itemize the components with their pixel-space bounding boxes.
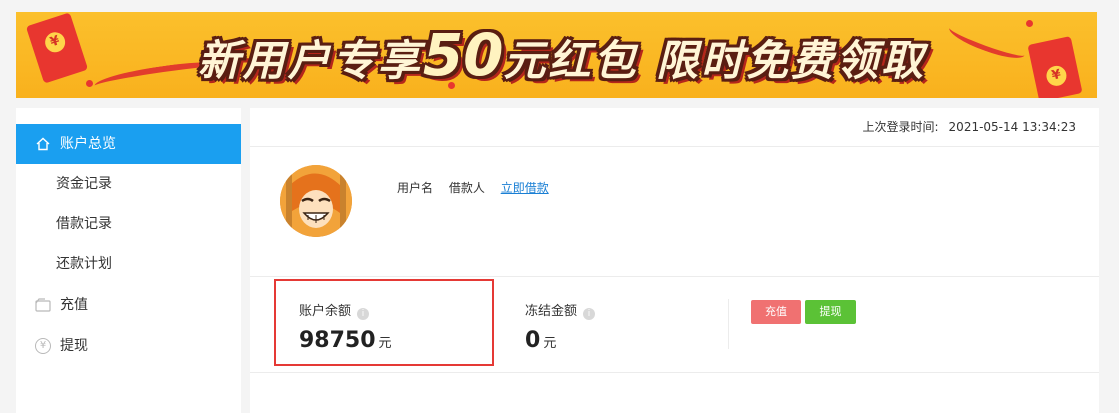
promo-banner[interactable]: ¥ ¥ 新用户专享50元红包 限时免费领取: [16, 12, 1097, 98]
sidebar-item-withdraw[interactable]: ¥ 提现: [16, 326, 241, 366]
sidebar-item-fund-records[interactable]: 资金记录: [16, 164, 241, 204]
banner-title-amount: 50: [422, 21, 504, 89]
last-login: 上次登录时间: 2021-05-14 13:34:23: [863, 118, 1077, 135]
wallet-icon: [34, 285, 52, 325]
sidebar-item-label: 资金记录: [56, 176, 112, 192]
banner-title: 新用户专享50元红包 限时免费领取: [122, 22, 1002, 88]
divider: [728, 299, 729, 349]
account-balance: 账户余额 i 98750 元: [299, 300, 392, 353]
withdraw-button[interactable]: 提现: [805, 300, 856, 324]
info-icon[interactable]: i: [583, 308, 596, 320]
confetti-dot: [86, 80, 93, 87]
account-overview-panel: 上次登录时间: 2021-05-14 13:34:23 用户名 借款人 立即借款 …: [250, 108, 1099, 413]
confetti-dot: [1026, 20, 1033, 27]
red-envelope-icon: ¥: [1027, 36, 1083, 98]
red-envelope-icon: ¥: [25, 12, 89, 84]
username-value: 借款人: [448, 181, 485, 195]
sidebar-item-label: 提现: [60, 338, 88, 354]
sidebar-item-account-overview[interactable]: 账户总览: [16, 124, 241, 164]
username-label: 用户名: [397, 181, 434, 195]
sidebar-item-label: 充值: [60, 297, 88, 313]
divider: [250, 372, 1099, 373]
sidebar-item-recharge[interactable]: 充值: [16, 285, 241, 325]
banner-title-suffix: 元红包: [503, 36, 639, 85]
frozen-label: 冻结金额: [525, 304, 578, 319]
recharge-button[interactable]: 充值: [751, 300, 801, 324]
frozen-unit: 元: [543, 336, 557, 351]
frozen-amount: 冻结金额 i 0元: [525, 300, 596, 353]
sidebar-item-label: 账户总览: [60, 136, 116, 152]
avatar: [280, 165, 352, 237]
user-info: 用户名 借款人 立即借款: [397, 179, 549, 196]
yen-coin-icon: ¥: [1044, 63, 1069, 88]
sidebar-item-label: 还款计划: [56, 256, 112, 272]
yen-icon: ¥: [34, 326, 52, 366]
balance-label: 账户余额: [299, 304, 352, 319]
yen-coin-icon: ¥: [42, 29, 68, 55]
banner-title-tail: 限时免费领取: [656, 36, 927, 85]
sidebar-item-repayment-plan[interactable]: 还款计划: [16, 244, 241, 284]
banner-title-prefix: 新用户专享: [197, 36, 423, 85]
sidebar: 账户总览 资金记录 借款记录 还款计划 充值 ¥ 提现: [16, 108, 241, 413]
balance-value: 98750: [299, 328, 376, 353]
sidebar-item-loan-records[interactable]: 借款记录: [16, 204, 241, 244]
balance-unit: 元: [378, 336, 392, 351]
divider: [250, 276, 1099, 277]
divider: [250, 146, 1099, 147]
info-icon[interactable]: i: [357, 308, 370, 320]
last-login-value: 2021-05-14 13:34:23: [948, 120, 1076, 134]
sidebar-item-label: 借款记录: [56, 216, 112, 232]
borrow-now-link[interactable]: 立即借款: [501, 181, 549, 195]
frozen-value: 0: [525, 328, 541, 353]
home-icon: [34, 124, 52, 164]
last-login-label: 上次登录时间:: [862, 120, 939, 134]
